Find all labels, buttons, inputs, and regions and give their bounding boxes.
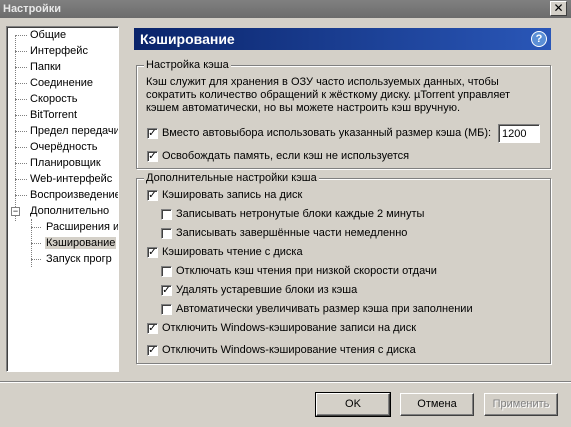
tree-line [15,51,27,52]
tree-item-run-program[interactable]: Запуск прогр [45,251,113,267]
checkbox-label: Записывать завершённые части немедленно [176,227,408,239]
checkbox-label: Отключить Windows-кэширование чтения с д… [162,344,416,356]
tree-line [15,99,27,100]
checkbox-label: Удалять устаревшие блоки из кэша [176,284,358,296]
window-title: Настройки [3,3,62,15]
description-line: кэшем автоматически, но вы можете настро… [146,102,461,114]
checkbox-box[interactable]: ✓ [147,128,158,139]
checkbox-label: Кэшировать запись на диск [162,189,303,201]
checkbox-label: Кэшировать чтение с диска [162,246,303,258]
checkbox-box[interactable] [161,304,172,315]
cache-settings-group: Настройка кэша Кэш служит для хранения в… [136,59,551,169]
help-icon[interactable]: ? [531,31,547,47]
tree-line [31,227,41,228]
cancel-button[interactable]: Отмена [400,393,474,416]
tree-item-label: Предел передачи [30,125,119,137]
tree-line [15,147,27,148]
tree-line [15,83,27,84]
tree-item-connection[interactable]: Соединение [29,75,94,91]
checkbox-label: Освобождать память, если кэш не использу… [162,150,410,162]
cache-size-input[interactable] [498,124,540,143]
tree-item-bittorrent[interactable]: BitTorrent [29,107,78,123]
close-icon: ✕ [553,1,564,15]
cache-description: Кэш служит для хранения в ОЗУ часто испо… [146,76,510,115]
tree-line [15,35,16,221]
group-legend: Настройка кэша [144,59,231,71]
tree-item-general[interactable]: Общие [29,27,67,43]
group-legend: Дополнительные настройки кэша [144,172,319,184]
tree-item-label: Интерфейс [30,45,88,57]
checkbox-label: Вместо автовыбора использовать указанный… [162,127,492,139]
checkbox-box[interactable]: ✓ [147,323,158,334]
checkbox-box[interactable]: ✓ [147,345,158,356]
checkbox-label: Записывать нетронутые блоки каждые 2 мин… [176,208,425,220]
tree-line [15,67,27,68]
tree-item-caching[interactable]: Кэширование [45,235,117,251]
apply-button[interactable]: Применить [484,393,558,416]
tree-item-advanced[interactable]: Дополнительно [29,203,110,219]
tree-item-label: Воспроизведение [30,189,119,201]
footer-separator [0,381,571,383]
tree-item-label: BitTorrent [30,109,78,121]
tree-item-label: Расширения и [46,221,119,233]
checkbox-label: Автоматически увеличивать размер кэша пр… [176,303,473,315]
checkbox-label: Отключить Windows-кэширование записи на … [162,322,417,334]
settings-tree[interactable]: − Общие Интерфейс Папки Соединение Скоро… [6,26,119,372]
tree-item-label: Скорость [30,93,78,105]
tree-item-label: Запуск прогр [46,253,112,265]
tree-item-folders[interactable]: Папки [29,59,62,75]
tree-line [15,163,27,164]
checkbox-box[interactable] [161,209,172,220]
page-title: Кэширование [140,31,235,47]
tree-line [15,35,27,36]
description-line: сократить количество обращений к жёстком… [146,89,511,101]
tree-item-label: Папки [30,61,61,73]
tree-item-speed[interactable]: Скорость [29,91,79,107]
tree-item-interface[interactable]: Интерфейс [29,43,89,59]
checkbox-box[interactable] [161,266,172,277]
page-header: Кэширование ? [134,28,551,50]
tree-item-scheduler[interactable]: Планировщик [29,155,102,171]
collapse-icon[interactable]: − [11,207,20,216]
checkbox-box[interactable]: ✓ [161,285,172,296]
tree-item-label: Web-интерфейс [30,173,113,185]
checkbox-box[interactable]: ✓ [147,247,158,258]
advanced-cache-group: Дополнительные настройки кэша ✓ Кэширова… [136,172,551,364]
tree-line [15,131,27,132]
tree-item-playback[interactable]: Воспроизведение [29,187,119,203]
close-button[interactable]: ✕ [550,1,567,16]
checkbox-box[interactable]: ✓ [147,151,158,162]
tree-item-label: Очерёдность [30,141,98,153]
tree-item-label: Планировщик [30,157,101,169]
tree-item-queueing[interactable]: Очерёдность [29,139,99,155]
tree-item-label: Дополнительно [30,205,110,217]
tree-line [15,115,27,116]
window-titlebar: Настройки ✕ [0,0,571,18]
checkbox-box[interactable]: ✓ [147,190,158,201]
tree-item-transfer-cap[interactable]: Предел передачи [29,123,119,139]
tree-item-web-ui[interactable]: Web-интерфейс [29,171,113,187]
tree-item-label: Кэширование [45,237,117,249]
tree-item-label: Общие [30,29,67,41]
tree-line [15,179,27,180]
tree-line [31,259,41,260]
checkbox-label: Отключать кэш чтения при низкой скорости… [176,265,437,277]
tree-line [15,195,27,196]
ok-button[interactable]: OK [315,392,391,417]
description-line: Кэш служит для хранения в ОЗУ часто испо… [146,76,499,88]
tree-item-label: Соединение [30,77,94,89]
tree-line [31,243,41,244]
tree-item-extensions[interactable]: Расширения и [45,219,119,235]
checkbox-box[interactable] [161,228,172,239]
